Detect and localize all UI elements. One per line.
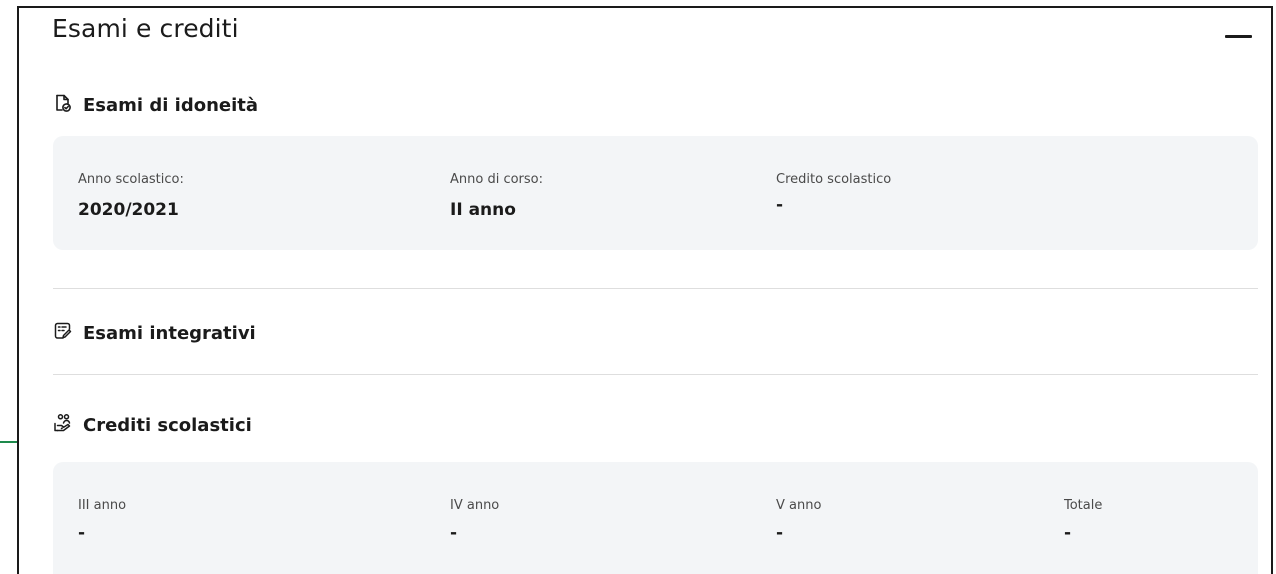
field-label: IV anno	[450, 498, 500, 513]
minus-icon	[1225, 35, 1252, 38]
section-crediti-scolastici-title: Crediti scolastici	[83, 415, 252, 436]
divider	[53, 288, 1258, 289]
field-value: -	[776, 523, 784, 543]
esami-idoneita-box: Anno scolastico: 2020/2021 Anno di corso…	[53, 136, 1258, 250]
field-iv-anno: IV anno -	[450, 498, 499, 543]
field-label: Anno di corso:	[450, 172, 544, 187]
crediti-scolastici-box: III anno - IV anno - V anno - Totale -	[53, 462, 1258, 574]
field-value: -	[450, 523, 458, 543]
section-esami-idoneita-heading: Esami di idoneità	[53, 93, 258, 118]
field-value: II anno	[450, 200, 516, 220]
field-anno-scolastico: Anno scolastico: 2020/2021	[78, 172, 184, 220]
field-v-anno: V anno -	[776, 498, 821, 543]
section-esami-idoneita-title: Esami di idoneità	[83, 95, 259, 116]
field-label: III anno	[78, 498, 127, 513]
page: Esami e crediti Esami di idoneità Anno s…	[0, 0, 1276, 574]
users-hand-icon	[53, 413, 73, 438]
field-value: -	[1064, 523, 1072, 543]
card-title: Esami e crediti	[52, 14, 239, 43]
field-label: Totale	[1064, 498, 1103, 513]
field-label: V anno	[776, 498, 822, 513]
field-value: 2020/2021	[78, 200, 179, 220]
section-crediti-scolastici-heading: Crediti scolastici	[53, 413, 252, 438]
field-credito-scolastico: Credito scolastico -	[776, 172, 891, 215]
document-check-icon	[53, 93, 73, 118]
green-accent-line	[0, 441, 18, 443]
field-label: Anno scolastico:	[78, 172, 184, 187]
field-totale: Totale -	[1064, 498, 1102, 543]
field-value: -	[78, 523, 86, 543]
field-iii-anno: III anno -	[78, 498, 126, 543]
field-label: Credito scolastico	[776, 172, 892, 187]
section-esami-integrativi-heading: Esami integrativi	[53, 321, 256, 346]
section-esami-integrativi-title: Esami integrativi	[83, 323, 256, 344]
divider	[53, 374, 1258, 375]
document-edit-icon	[53, 321, 73, 346]
esami-crediti-card: Esami e crediti Esami di idoneità Anno s…	[17, 6, 1273, 574]
field-value: -	[776, 195, 784, 215]
collapse-button[interactable]	[1222, 18, 1256, 48]
field-anno-di-corso: Anno di corso: II anno	[450, 172, 543, 220]
